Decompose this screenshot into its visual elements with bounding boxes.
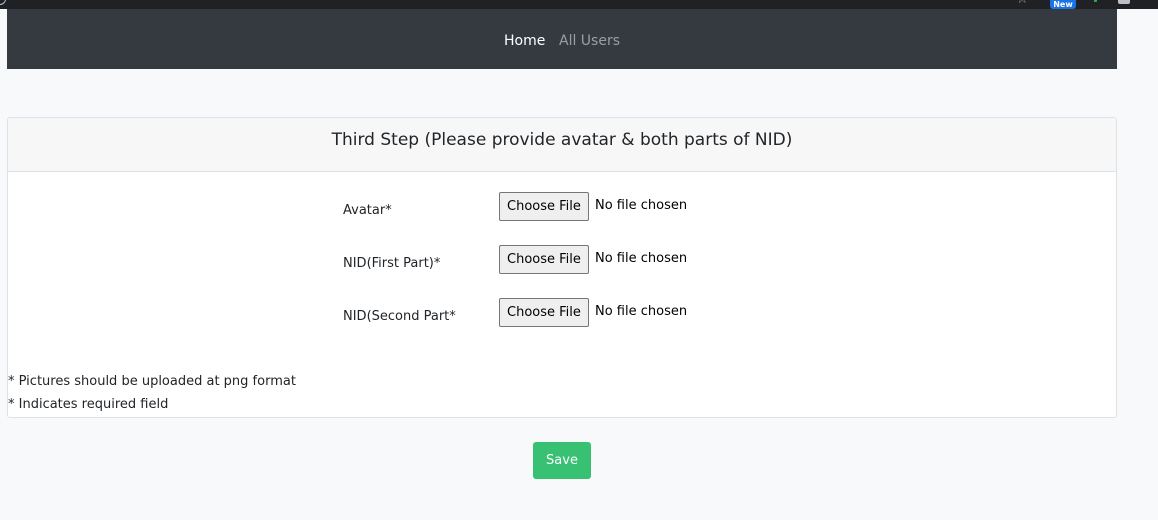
avatar-label: Avatar* bbox=[343, 203, 392, 218]
nid-second-field-row: NID(Second Part* Choose File No file cho… bbox=[8, 298, 1116, 328]
nid-second-label: NID(Second Part* bbox=[343, 309, 456, 324]
nid-first-choose-file-button[interactable]: Choose File bbox=[499, 245, 589, 274]
star-icon[interactable]: ☆ bbox=[1016, 0, 1029, 6]
browser-toolbar: ☆ New bbox=[0, 0, 1158, 9]
new-badge[interactable]: New bbox=[1050, 0, 1076, 9]
nid-first-label: NID(First Part)* bbox=[343, 256, 441, 271]
top-navbar: Home All Users bbox=[7, 9, 1117, 69]
save-button[interactable]: Save bbox=[533, 442, 591, 479]
avatar-choose-file-button[interactable]: Choose File bbox=[499, 192, 589, 221]
upload-card: Third Step (Please provide avatar & both… bbox=[7, 117, 1117, 418]
required-field-note: * Indicates required field bbox=[8, 397, 169, 412]
nid-first-file-status: No file chosen bbox=[595, 251, 688, 266]
nav-home-link[interactable]: Home bbox=[504, 33, 545, 50]
nid-second-file-status: No file chosen bbox=[595, 304, 688, 319]
card-title: Third Step (Please provide avatar & both… bbox=[331, 130, 793, 150]
nav-all-users-link[interactable]: All Users bbox=[559, 33, 620, 50]
extension-icon[interactable] bbox=[1094, 0, 1097, 2]
card-header: Third Step (Please provide avatar & both… bbox=[8, 118, 1116, 172]
puzzle-icon[interactable] bbox=[1118, 0, 1130, 4]
nid-second-choose-file-button[interactable]: Choose File bbox=[499, 298, 589, 327]
reload-icon[interactable] bbox=[0, 0, 6, 5]
nid-first-field-row: NID(First Part)* Choose File No file cho… bbox=[8, 245, 1116, 275]
avatar-file-status: No file chosen bbox=[595, 198, 688, 213]
png-format-note: * Pictures should be uploaded at png for… bbox=[8, 374, 296, 389]
avatar-field-row: Avatar* Choose File No file chosen bbox=[8, 192, 1116, 222]
